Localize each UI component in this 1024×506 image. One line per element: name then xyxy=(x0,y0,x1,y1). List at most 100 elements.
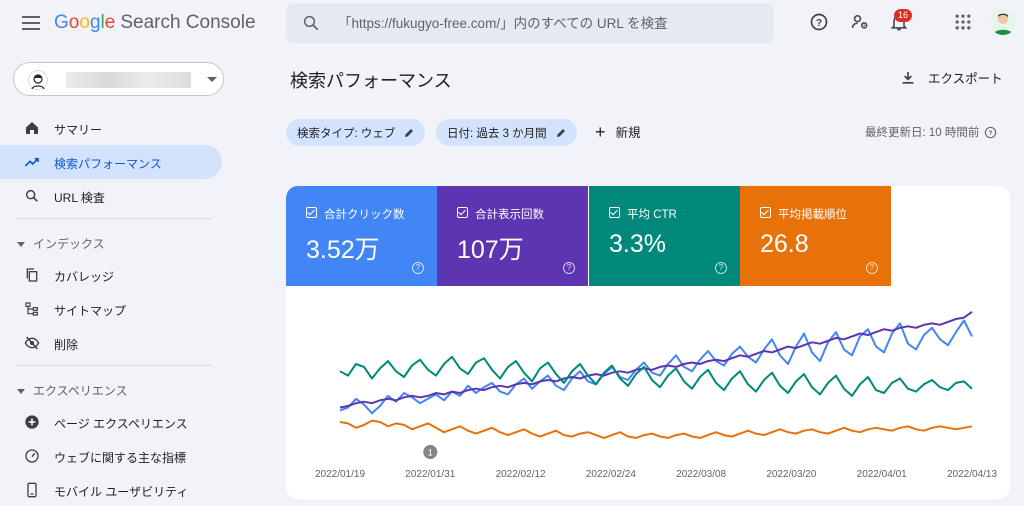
home-icon xyxy=(26,122,38,134)
download-icon xyxy=(902,71,914,84)
search-icon xyxy=(303,15,319,31)
phone-icon xyxy=(27,482,37,498)
sidebar-item-label: 削除 xyxy=(54,338,79,352)
metric-label: 平均 CTR xyxy=(627,209,677,221)
help-icon[interactable]: ? xyxy=(715,262,727,274)
metric-value: 107万 xyxy=(457,236,524,264)
help-icon[interactable]: ? xyxy=(809,12,829,32)
trending-up-icon xyxy=(24,157,39,167)
sidebar-item-core-web-vitals[interactable]: ウェブに関する主な指標 xyxy=(0,439,222,473)
search-input[interactable] xyxy=(338,3,758,43)
metric-value: 3.52万 xyxy=(306,236,380,264)
logo-letter: e xyxy=(104,12,116,33)
checkbox-checked-icon[interactable] xyxy=(457,207,468,218)
edit-icon xyxy=(405,128,414,137)
metric-average-ctr[interactable]: 平均 CTR 3.3% ? xyxy=(589,186,740,286)
new-filter-button[interactable]: + 新規 xyxy=(595,122,641,141)
x-tick-label: 2022/03/08 xyxy=(676,469,726,480)
export-label: エクスポート xyxy=(928,72,1003,86)
filter-chip-date[interactable]: 日付: 過去 3 か月間 xyxy=(436,119,577,146)
series-line-1 xyxy=(339,310,973,409)
export-button[interactable]: エクスポート xyxy=(900,68,1003,87)
sidebar: サマリー 検索パフォーマンス URL 検査 インデックス カバレッジ サイトマッ… xyxy=(0,50,240,506)
sidebar-item-label: ウェブに関する主な指標 xyxy=(54,451,187,465)
search-icon xyxy=(25,189,38,202)
sidebar-divider xyxy=(16,218,212,219)
help-icon[interactable]: ? xyxy=(866,262,878,274)
app-logo[interactable]: Google Search Console xyxy=(54,12,256,34)
logo-letter: o xyxy=(79,12,90,33)
metric-total-impressions[interactable]: 合計表示回数 107万 ? xyxy=(437,186,588,286)
plus-circle-icon xyxy=(25,415,39,429)
edit-icon xyxy=(556,128,565,137)
sidebar-item-removals[interactable]: 削除 xyxy=(0,326,222,360)
metric-value: 26.8 xyxy=(760,230,809,258)
x-tick-label: 2022/01/19 xyxy=(315,469,365,480)
sidebar-item-summary[interactable]: サマリー xyxy=(0,111,222,145)
sidebar-item-label: サイトマップ xyxy=(54,304,127,318)
property-avatar xyxy=(28,70,48,90)
plus-icon: + xyxy=(595,121,606,142)
menu-icon[interactable] xyxy=(22,16,40,30)
page-title: 検索パフォーマンス xyxy=(290,71,452,91)
face-icon xyxy=(31,74,45,90)
x-tick-label: 2022/01/31 xyxy=(405,469,455,480)
top-bar: GoogleSearch Console ? 16 xyxy=(0,0,1024,50)
help-icon[interactable]: ? xyxy=(412,262,424,274)
series-line-3 xyxy=(339,419,973,439)
product-name: Search Console xyxy=(120,12,256,33)
section-label: インデックス xyxy=(33,237,105,251)
sidebar-item-label: サマリー xyxy=(54,123,103,137)
sidebar-divider xyxy=(16,365,212,366)
account-avatar[interactable] xyxy=(990,9,1016,35)
metric-value: 3.3% xyxy=(609,230,666,258)
sidebar-section-experience[interactable]: エクスペリエンス xyxy=(17,382,128,399)
performance-chart[interactable]: 2022/01/19 2022/01/31 2022/02/12 2022/02/24… xyxy=(286,286,1010,499)
checkbox-checked-icon[interactable] xyxy=(760,207,771,218)
filter-chip-label: 日付: 過去 3 か月間 xyxy=(447,127,547,140)
x-tick-label: 2022/03/20 xyxy=(766,469,816,480)
help-icon[interactable]: ? xyxy=(984,126,997,139)
logo-letter: G xyxy=(54,12,69,33)
sitemap-icon xyxy=(25,302,38,316)
sidebar-item-label: モバイル ユーザビリティ xyxy=(54,485,189,499)
checkbox-checked-icon[interactable] xyxy=(306,207,317,218)
x-tick-label: 2022/04/13 xyxy=(947,469,997,480)
last-updated: 最終更新日: 10 時間前 ? xyxy=(865,124,997,140)
avatar-icon xyxy=(990,9,1016,35)
checkbox-checked-icon[interactable] xyxy=(609,207,620,218)
caret-down-icon xyxy=(17,242,25,248)
metric-label: 合計クリック数 xyxy=(324,209,405,221)
property-selector[interactable] xyxy=(13,62,224,96)
sidebar-item-url-inspection[interactable]: URL 検査 xyxy=(0,179,222,213)
user-settings-icon[interactable] xyxy=(850,12,870,32)
sidebar-item-performance[interactable]: 検索パフォーマンス xyxy=(0,145,222,179)
url-inspection-search[interactable] xyxy=(286,3,774,43)
sidebar-item-label: ページ エクスペリエンス xyxy=(54,417,188,431)
metric-label: 平均掲載順位 xyxy=(778,209,847,221)
filter-chip-label: 検索タイプ: ウェブ xyxy=(297,127,396,140)
sidebar-item-page-experience[interactable]: ページ エクスペリエンス xyxy=(0,405,222,439)
copy-icon xyxy=(26,268,38,282)
x-tick-label: 2022/04/01 xyxy=(857,469,907,480)
sidebar-item-label: URL 検査 xyxy=(54,191,105,205)
logo-letter: o xyxy=(68,12,80,33)
metric-total-clicks[interactable]: 合計クリック数 3.52万 ? xyxy=(286,186,437,286)
apps-grid-icon[interactable] xyxy=(953,12,973,32)
annotation-label: 1 xyxy=(428,448,433,458)
sidebar-item-coverage[interactable]: カバレッジ xyxy=(0,258,222,292)
filter-chip-search-type[interactable]: 検索タイプ: ウェブ xyxy=(286,119,426,146)
sidebar-item-mobile-usability[interactable]: モバイル ユーザビリティ xyxy=(0,473,222,506)
x-tick-label: 2022/02/12 xyxy=(496,469,546,480)
metric-label: 合計表示回数 xyxy=(475,209,544,221)
sidebar-item-sitemap[interactable]: サイトマップ xyxy=(0,292,222,326)
performance-card: 合計クリック数 3.52万 ? 合計表示回数 107万 ? 平均 CTR 3.3… xyxy=(286,186,1010,499)
chevron-down-icon xyxy=(207,77,217,82)
eye-off-icon xyxy=(24,336,40,350)
sidebar-section-index[interactable]: インデックス xyxy=(17,235,105,252)
notification-badge: 16 xyxy=(894,9,913,22)
sidebar-item-label: カバレッジ xyxy=(54,270,115,284)
section-label: エクスペリエンス xyxy=(33,384,128,398)
help-icon[interactable]: ? xyxy=(563,262,575,274)
metric-average-position[interactable]: 平均掲載順位 26.8 ? xyxy=(740,186,891,286)
